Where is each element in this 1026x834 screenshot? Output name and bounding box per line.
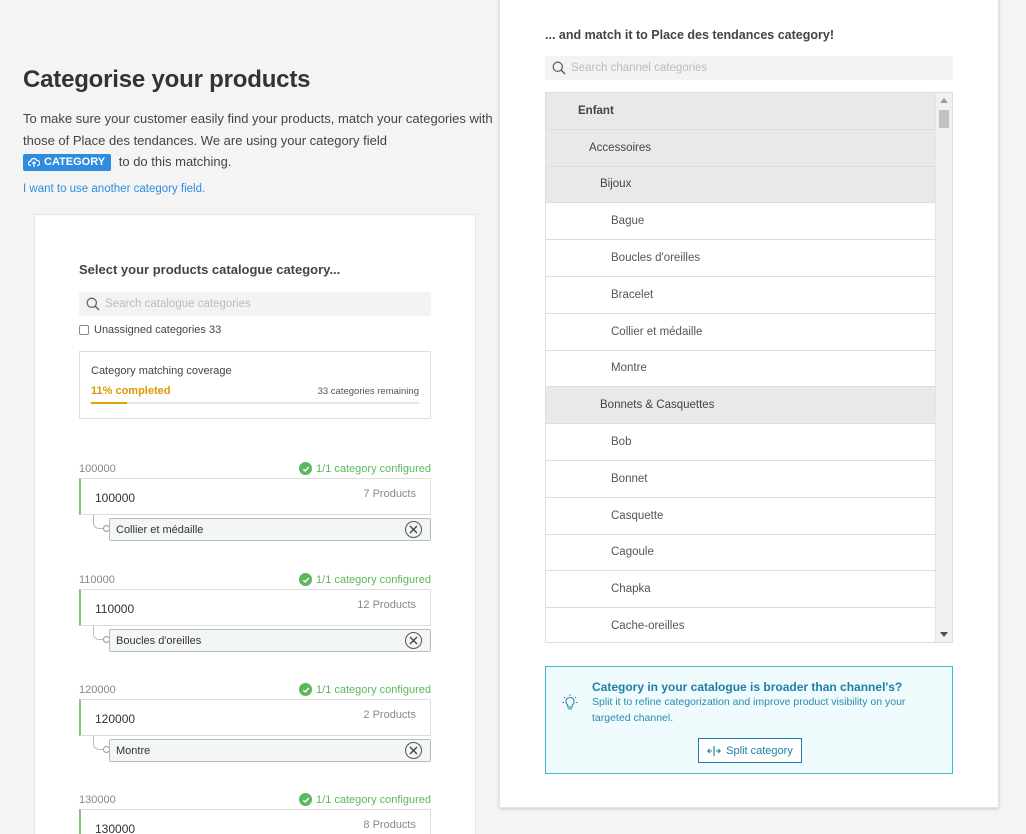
channel-category-item[interactable]: Cagoule: [546, 534, 937, 572]
remove-match-icon[interactable]: [405, 632, 422, 649]
unassigned-label: Unassigned categories 33: [94, 324, 222, 336]
group-code: 110000: [79, 574, 115, 586]
split-category-button[interactable]: Split category: [698, 738, 802, 763]
intro-description-suffix: to do this matching.: [118, 154, 232, 169]
check-circle-icon: [299, 683, 313, 696]
matched-category-tag: Montre: [109, 739, 431, 762]
coverage-progress-bar: [91, 402, 419, 404]
coverage-progress-fill: [91, 402, 128, 404]
channel-category-item[interactable]: Bonnet: [546, 460, 937, 498]
category-field-badge-label: CATEGORY: [44, 155, 106, 168]
intro-section: Categorise your products To make sure yo…: [23, 66, 493, 195]
scroll-down-icon[interactable]: [940, 632, 948, 637]
matched-category-tag: Collier et médaille: [109, 518, 431, 541]
lightbulb-icon: [562, 694, 578, 710]
matched-category-label: Montre: [116, 745, 151, 757]
group-status: 1/1 category configured: [299, 793, 431, 806]
channel-category-item[interactable]: Collier et médaille: [546, 313, 937, 351]
group-code: 120000: [79, 684, 116, 696]
remove-match-icon[interactable]: [405, 742, 422, 759]
channel-search-input[interactable]: [571, 62, 953, 74]
channel-category-item[interactable]: Bob: [546, 424, 937, 461]
product-count: 2 Products: [363, 709, 416, 721]
coverage-box: Category matching coverage 11% completed…: [79, 351, 431, 419]
unassigned-filter[interactable]: Unassigned categories 33: [79, 324, 221, 336]
channel-category-item[interactable]: Enfant: [546, 93, 937, 130]
product-count: 12 Products: [357, 599, 416, 611]
category-name: 120000: [95, 712, 136, 726]
coverage-remaining: 33 categories remaining: [317, 386, 419, 397]
category-name: 100000: [95, 491, 136, 505]
page-title: Categorise your products: [23, 66, 311, 93]
channel-category-item[interactable]: Montre: [546, 350, 937, 388]
group-code: 100000: [79, 463, 116, 475]
category-field-badge: CATEGORY: [23, 154, 112, 172]
group-status-text: 1/1 category configured: [316, 573, 431, 586]
channel-heading: ... and match it to Place des tendances …: [545, 28, 834, 42]
group-status: 1/1 category configured: [299, 683, 431, 696]
scroll-up-icon[interactable]: [940, 98, 948, 103]
product-count: 7 Products: [363, 488, 416, 500]
tree-scrollbar[interactable]: [935, 93, 952, 642]
channel-category-item[interactable]: Chapka: [546, 571, 937, 609]
channel-category-item[interactable]: Boucles d'oreilles: [546, 240, 937, 277]
channel-category-item[interactable]: Bonnets & Casquettes: [546, 387, 937, 425]
search-icon: [86, 297, 100, 311]
matched-category-label: Collier et médaille: [116, 524, 204, 536]
group-status-text: 1/1 category configured: [316, 683, 431, 696]
catalogue-category-row[interactable]: 130000 8 Products: [79, 809, 431, 834]
intro-description: To make sure your customer easily find y…: [23, 108, 493, 173]
matched-category-tag: Boucles d'oreilles: [109, 629, 431, 652]
scroll-thumb[interactable]: [939, 110, 949, 128]
use-another-field-link[interactable]: I want to use another category field.: [23, 183, 493, 195]
check-circle-icon: [299, 573, 313, 586]
catalogue-category-row[interactable]: 120000 2 Products: [79, 699, 431, 736]
channel-search: [545, 56, 953, 80]
group-status: 1/1 category configured: [299, 573, 431, 586]
channel-category-item[interactable]: Cache-oreilles: [546, 608, 937, 642]
unassigned-checkbox[interactable]: [79, 325, 89, 335]
group-code: 130000: [79, 794, 116, 806]
channel-category-item[interactable]: Bague: [546, 203, 937, 241]
catalogue-search: [79, 292, 431, 316]
cloud-icon: [28, 157, 40, 168]
product-count: 8 Products: [363, 819, 416, 831]
channel-category-item[interactable]: Accessoires: [546, 129, 937, 167]
check-circle-icon: [299, 462, 313, 475]
coverage-percent: 11% completed: [91, 385, 171, 397]
channel-category-item[interactable]: Bijoux: [546, 166, 937, 204]
channel-category-tree: Enfant Accessoires Bijoux Bague Boucles d'or…: [545, 92, 953, 643]
group-status-text: 1/1 category configured: [316, 462, 431, 475]
intro-description-text: To make sure your customer easily find y…: [23, 111, 493, 148]
split-category-label: Split category: [726, 744, 793, 757]
callout-title: Category in your catalogue is broader th…: [592, 680, 903, 694]
split-category-callout: Category in your catalogue is broader th…: [545, 666, 953, 774]
group-status-text: 1/1 category configured: [316, 793, 431, 806]
split-icon: [707, 745, 722, 756]
channel-category-list: Enfant Accessoires Bijoux Bague Boucles d'or…: [546, 93, 937, 642]
catalogue-category-row[interactable]: 100000 7 Products: [79, 478, 431, 515]
channel-category-item[interactable]: Bracelet: [546, 276, 937, 314]
group-status: 1/1 category configured: [299, 462, 431, 475]
category-name: 110000: [95, 602, 135, 616]
catalogue-category-row[interactable]: 110000 12 Products: [79, 589, 431, 626]
category-name: 130000: [95, 822, 136, 834]
search-icon: [552, 61, 566, 75]
check-circle-icon: [299, 793, 313, 806]
catalogue-search-input[interactable]: [105, 298, 431, 310]
channel-category-panel: ... and match it to Place des tendances …: [499, 0, 999, 808]
matched-category-label: Boucles d'oreilles: [116, 635, 202, 647]
remove-match-icon[interactable]: [405, 521, 422, 538]
callout-description: Split it to refine categorization and im…: [592, 696, 906, 724]
coverage-label: Category matching coverage: [91, 365, 232, 377]
catalogue-category-panel: Select your products catalogue category.…: [34, 214, 476, 834]
catalogue-heading: Select your products catalogue category.…: [79, 262, 341, 277]
channel-category-item[interactable]: Casquette: [546, 497, 937, 535]
